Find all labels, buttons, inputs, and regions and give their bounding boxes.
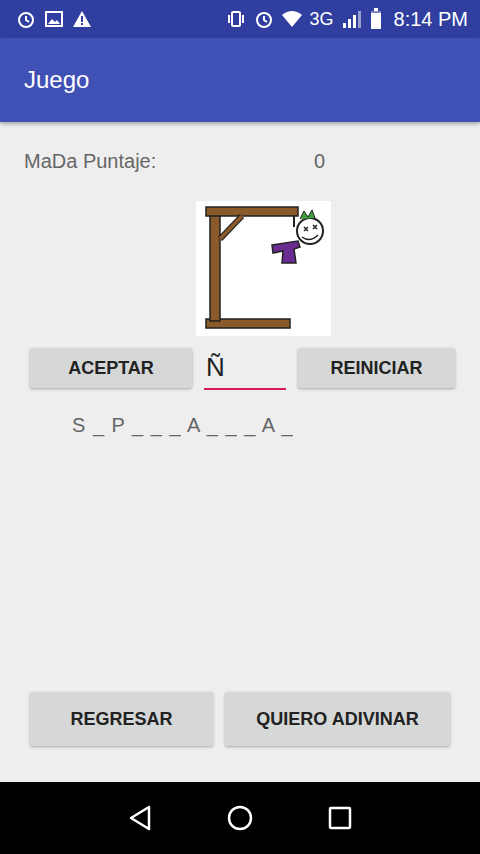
- signal-icon: [342, 9, 362, 29]
- recents-square-icon[interactable]: [325, 803, 355, 833]
- score-row: MaDa Puntaje:0: [0, 150, 480, 173]
- image-icon: [44, 9, 64, 29]
- home-circle-icon[interactable]: [225, 803, 255, 833]
- app-bar: Juego: [0, 38, 480, 122]
- nav-bar: [0, 782, 480, 854]
- restart-button[interactable]: REINICIAR: [298, 348, 455, 388]
- accept-button[interactable]: ACEPTAR: [30, 348, 192, 388]
- screen: 3G 8:14 PM Juego MaDa Puntaje:0 ACEPTAR REINI…: [0, 0, 480, 854]
- letter-input[interactable]: [204, 346, 286, 390]
- vibrate-icon: [226, 9, 246, 29]
- hangman-icon: [196, 201, 331, 336]
- clock: 8:14 PM: [394, 8, 468, 31]
- content: MaDa Puntaje:0 ACEPTAR REINICIAR S _ P _ _ …: [0, 122, 480, 782]
- back-triangle-icon[interactable]: [125, 803, 155, 833]
- bottom-row: REGRESARQUIERO ADIVINAR: [0, 692, 480, 782]
- score-value: 0: [314, 150, 325, 173]
- hidden-word: S _ P _ _ _ A _ _ _ A _: [0, 414, 480, 437]
- alarm-icon: [16, 9, 36, 29]
- status-bar: 3G 8:14 PM: [0, 0, 480, 38]
- alarm-icon: [254, 9, 274, 29]
- back-button[interactable]: REGRESAR: [30, 692, 213, 746]
- warning-icon: [72, 9, 92, 29]
- action-row: ACEPTAR REINICIAR: [0, 346, 480, 390]
- app-title: Juego: [24, 66, 89, 94]
- battery-icon: [370, 8, 382, 30]
- guess-button[interactable]: QUIERO ADIVINAR: [225, 692, 450, 746]
- wifi-icon: [282, 9, 302, 29]
- network-type: 3G: [310, 9, 334, 30]
- score-label: MaDa Puntaje:: [24, 150, 314, 173]
